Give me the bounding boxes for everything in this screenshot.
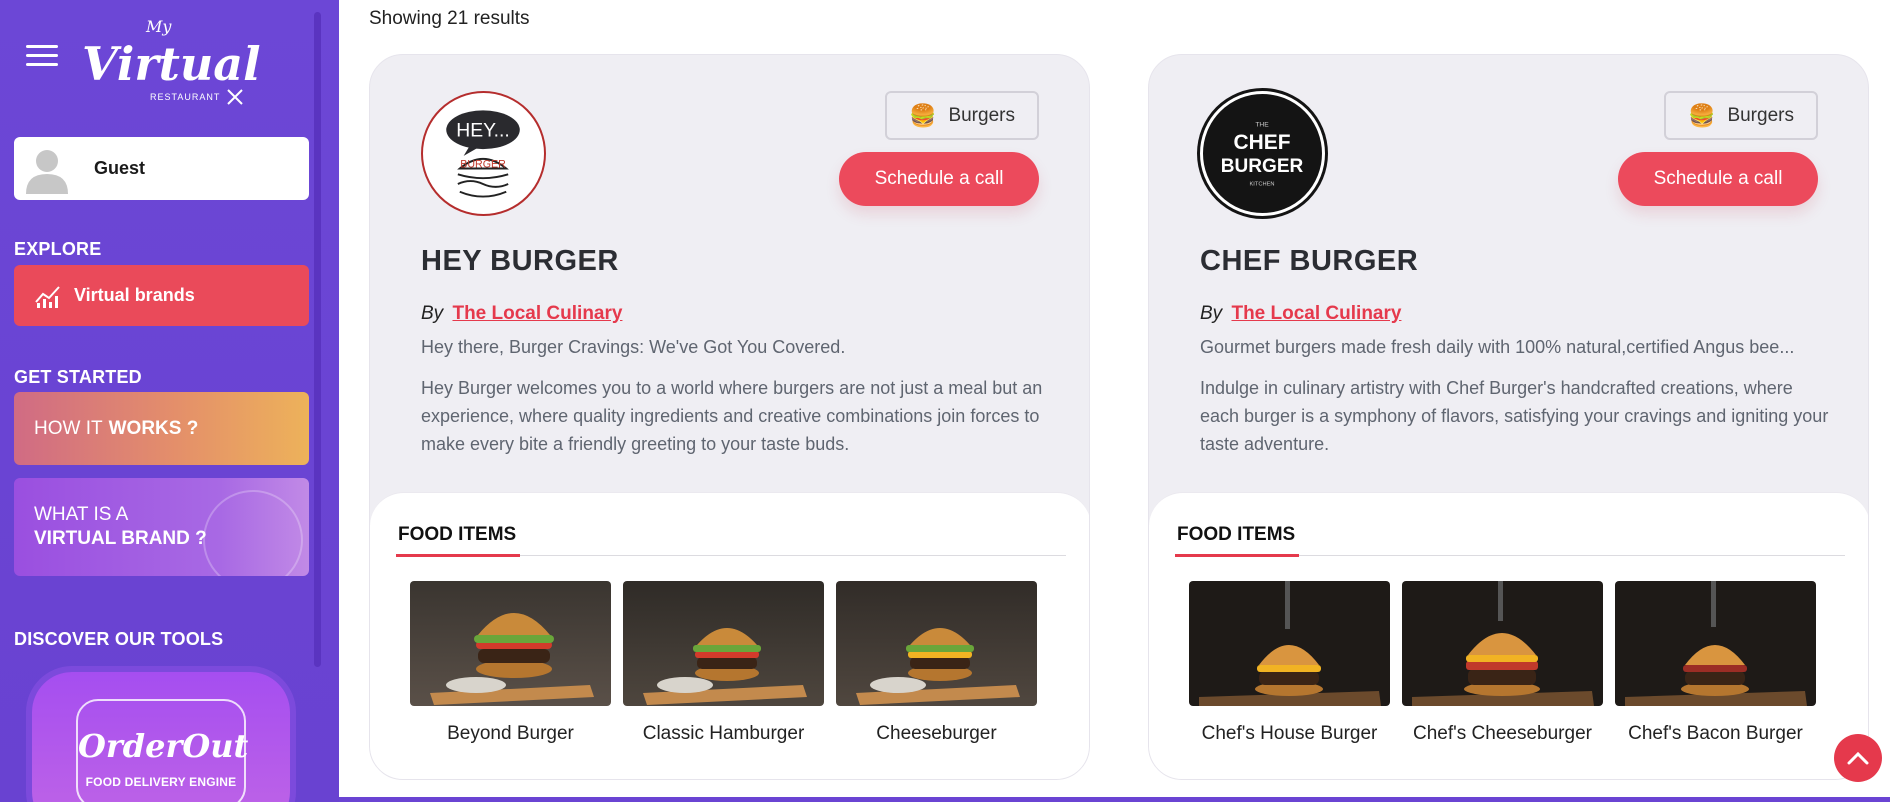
schedule-call-button[interactable]: Schedule a call [839,152,1039,206]
by-prefix: By [421,303,444,324]
svg-text:BURGER: BURGER [1221,156,1304,177]
burger-photo-icon [623,581,824,706]
burger-photo-icon [1402,581,1603,706]
chart-trend-icon [35,285,60,308]
food-item[interactable]: Chef's Bacon Burger [1615,581,1816,745]
virtual-brands-label: Virtual brands [74,285,195,305]
my-virtual-restaurant-logo[interactable]: My Virtual RESTAURANT [80,10,260,110]
scroll-to-top-button[interactable] [1834,734,1882,782]
owner-link[interactable]: The Local Culinary [1231,303,1401,324]
owner-link[interactable]: The Local Culinary [452,303,622,324]
food-item[interactable]: Cheeseburger [836,581,1037,745]
brand-owner: By The Local Culinary [1200,303,1401,325]
svg-text:BURGER: BURGER [460,159,506,171]
food-items-heading: FOOD ITEMS [1177,524,1296,545]
brand-description: Hey Burger welcomes you to a world where… [421,378,1043,454]
svg-text:HEY...: HEY... [456,120,509,142]
food-items-heading: FOOD ITEMS [398,524,517,545]
sidebar-scrollbar[interactable] [314,12,321,667]
brand-owner: By The Local Culinary [421,303,622,325]
hey-burger-logo[interactable]: HEY... BURGER [421,91,546,216]
category-tag[interactable]: 🍔 Burgers [885,91,1039,140]
orderout-name: OrderOut [78,727,249,765]
schedule-call-button[interactable]: Schedule a call [1618,152,1818,206]
bottom-border [339,797,1890,802]
heading-underline [1175,554,1299,557]
how-it-works-card[interactable]: HOW IT WORKS ? [14,392,309,465]
heading-underline [396,554,520,557]
brand-tagline: Gourmet burgers made fresh daily with 10… [1200,337,1795,357]
category-tag[interactable]: 🍔 Burgers [1664,91,1818,140]
brand-card: HEY... BURGER 🍔 Burgers Schedule a call … [369,54,1090,780]
burger-photo-icon [836,581,1037,706]
burger-photo-icon [410,581,611,706]
food-item-name: Cheeseburger [876,723,997,744]
food-items-panel: FOOD ITEMS Beyond Burger Classic Hamburg… [370,492,1089,779]
user-profile[interactable]: Guest [14,137,309,200]
brand-tagline: Hey there, Burger Cravings: We've Got Yo… [421,337,846,357]
food-item[interactable]: Chef's Cheeseburger [1402,581,1603,745]
burger-icon: 🍔 [1688,102,1716,128]
chef-burger-logo[interactable]: THE CHEF BURGER KITCHEN [1200,91,1325,216]
svg-text:THE: THE [1255,121,1269,128]
how-it-works-prefix: HOW IT [34,417,103,439]
by-prefix: By [1200,303,1223,324]
orderout-logo: OrderOut FOOD DELIVERY ENGINE [76,699,249,802]
brand-description: Indulge in culinary artistry with Chef B… [1200,378,1829,454]
brand-title: HEY BURGER [421,245,619,277]
burger-icon: 🍔 [909,102,937,128]
food-item-name: Beyond Burger [447,723,574,744]
user-avatar-icon [26,149,68,194]
svg-text:KITCHEN: KITCHEN [1250,181,1275,187]
svg-text:RESTAURANT: RESTAURANT [150,92,220,102]
get-started-heading: GET STARTED [14,367,142,387]
category-label: Burgers [948,104,1015,126]
food-item[interactable]: Beyond Burger [410,581,611,745]
food-item-name: Chef's Cheeseburger [1413,723,1592,744]
what-is-virtual-brand-card[interactable]: WHAT IS A VIRTUAL BRAND ? [14,478,309,576]
virtual-brands-nav-item[interactable]: Virtual brands [14,265,309,326]
sidebar: My Virtual RESTAURANT Guest EXPLORE Virt… [0,0,339,802]
svg-text:My: My [145,17,172,36]
discover-tools-heading: DISCOVER OUR TOOLS [14,629,224,649]
chevron-up-icon [1847,751,1869,765]
burger-photo-icon [1615,581,1816,706]
burger-photo-icon [1189,581,1390,706]
food-items-panel: FOOD ITEMS Chef's House Burger Chef's Ch… [1149,492,1868,779]
food-item[interactable]: Chef's House Burger [1189,581,1390,745]
explore-heading: EXPLORE [14,239,102,259]
how-it-works-bold: WORKS ? [108,417,199,439]
results-count: Showing 21 results [369,8,530,29]
decorative-circle-icon [203,490,303,576]
brand-title: CHEF BURGER [1200,245,1419,277]
food-item[interactable]: Classic Hamburger [623,581,824,745]
orderout-tool-card[interactable]: OrderOut FOOD DELIVERY ENGINE [32,672,290,802]
svg-text:CHEF: CHEF [1234,131,1291,154]
menu-icon[interactable] [26,45,58,67]
category-label: Burgers [1727,104,1794,126]
what-is-line1: WHAT IS A [34,504,129,525]
orderout-subtitle: FOOD DELIVERY ENGINE [85,775,237,789]
svg-text:Virtual: Virtual [82,37,260,91]
food-item-name: Chef's Bacon Burger [1628,723,1803,744]
user-name: Guest [94,158,146,178]
food-item-name: Classic Hamburger [642,723,805,744]
brand-card: THE CHEF BURGER KITCHEN 🍔 Burgers Schedu… [1148,54,1869,780]
food-item-name: Chef's House Burger [1201,723,1378,744]
